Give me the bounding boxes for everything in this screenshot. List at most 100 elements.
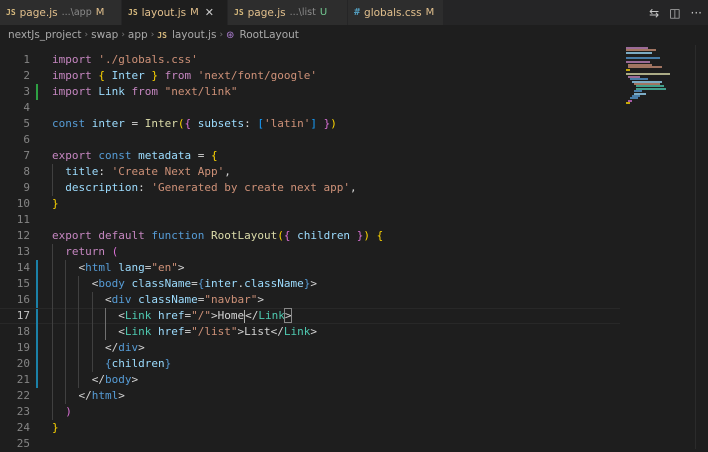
code-token: import — [52, 53, 92, 66]
code-line[interactable]: 22 </html> — [0, 388, 620, 404]
code-token: html — [85, 261, 112, 274]
code-line[interactable]: 1 import './globals.css' — [0, 52, 620, 68]
minimap-line — [626, 51, 652, 54]
code-token: > — [310, 277, 317, 290]
line-number: 14 — [16, 261, 30, 274]
code-token: </ — [270, 325, 284, 338]
code-line[interactable]: 15 <body className={inter.className}> — [0, 276, 620, 292]
code-token: "en" — [151, 261, 178, 274]
git-modified-marker[interactable] — [36, 356, 38, 372]
git-modified-marker[interactable] — [36, 292, 38, 308]
chevron-right-icon: › — [219, 30, 224, 40]
git-modified-marker[interactable] — [36, 260, 38, 276]
breadcrumb-item[interactable]: swap — [91, 29, 118, 41]
code-token: inter — [204, 277, 238, 290]
line-number: 25 — [16, 437, 30, 450]
code-line[interactable]: 6 — [0, 132, 620, 148]
code-line[interactable]: 19 </div> — [0, 340, 620, 356]
code-line[interactable]: 13 return ( — [0, 244, 620, 260]
code-token: html — [91, 389, 119, 402]
tab-label: page.js — [19, 6, 58, 19]
code-token: return — [65, 245, 105, 258]
tab-page-js[interactable]: JS page.js ...\app M — [0, 0, 122, 25]
tab-description: ...\app — [61, 7, 92, 18]
breadcrumb-file[interactable]: layout.js — [172, 29, 217, 41]
code-token: div — [111, 293, 132, 306]
tab-description: ...\list — [289, 7, 316, 18]
chevron-right-icon: › — [150, 30, 155, 40]
code-line[interactable]: 8 title: 'Create Next App', — [0, 164, 620, 180]
code-token: = — [191, 149, 211, 162]
code-token: } — [164, 357, 172, 370]
git-modified-marker[interactable] — [36, 309, 38, 325]
line-number: 23 — [16, 405, 30, 418]
code-token: className — [131, 277, 192, 290]
git-modified-marker[interactable] — [36, 276, 38, 292]
code-text: const inter = Inter({ subsets: ['latin']… — [52, 116, 337, 132]
breadcrumb-item[interactable]: app — [128, 29, 148, 41]
code-token: < — [118, 325, 125, 338]
code-token: } — [52, 421, 59, 434]
code-text: </html> — [52, 388, 125, 404]
git-modified-marker[interactable] — [36, 372, 38, 388]
code-line[interactable]: 20 {children} — [0, 356, 620, 372]
code-token: 'Generated by create next app' — [151, 181, 351, 194]
code-token: : — [138, 181, 152, 194]
code-line[interactable]: 3 import Link from "next/link" — [0, 84, 620, 100]
code-token: </ — [78, 389, 92, 402]
vertical-scrollbar[interactable] — [695, 45, 708, 449]
code-line[interactable]: 24} — [0, 420, 620, 436]
split-editor-icon[interactable]: ◫ — [669, 6, 680, 20]
code-line[interactable]: 18 <Link href="/list">List</Link> — [0, 324, 620, 340]
code-line[interactable]: 14 <html lang="en"> — [0, 260, 620, 276]
tab-page-js[interactable]: JS page.js ...\list U — [228, 0, 348, 25]
code-token: className — [244, 277, 304, 290]
code-token: > — [210, 309, 218, 322]
more-actions-icon[interactable]: ··· — [691, 6, 702, 20]
code-line[interactable]: 10} — [0, 196, 620, 212]
code-line[interactable]: 21 </body> — [0, 372, 620, 388]
code-token: div — [118, 341, 139, 354]
breadcrumb-item[interactable]: nextJs_project — [8, 29, 82, 41]
line-number: 12 — [16, 229, 30, 242]
line-number: 13 — [16, 245, 30, 258]
code-line[interactable]: 9 description: 'Generated by create next… — [0, 180, 620, 196]
code-editor[interactable]: 1 import './globals.css' 2 import { Inter }… — [0, 45, 708, 452]
code-line[interactable]: 4 — [0, 100, 620, 116]
code-token: > — [118, 389, 125, 402]
code-token: Inter — [111, 69, 145, 82]
close-icon[interactable]: ✕ — [205, 6, 214, 19]
code-line[interactable]: 12 export default function RootLayout({ c… — [0, 228, 620, 244]
git-added-marker[interactable] — [36, 84, 38, 100]
code-line[interactable]: 25 — [0, 436, 620, 452]
line-number: 10 — [16, 197, 30, 210]
tab-layout-js[interactable]: JS layout.js M ✕ — [122, 0, 228, 25]
code-line[interactable]: 5 const inter = Inter({ subsets: ['latin'… — [0, 116, 620, 132]
open-changes-icon[interactable]: ⇆ — [649, 6, 659, 20]
minimap[interactable] — [622, 45, 696, 105]
code-line[interactable]: 16 <div className="navbar"> — [0, 292, 620, 308]
git-status-badge: U — [319, 7, 328, 18]
code-line[interactable]: 17 <Link href="/">Home</Link> — [0, 308, 620, 325]
tab-globals-css[interactable]: # globals.css M — [348, 0, 444, 25]
line-number: 8 — [23, 165, 30, 178]
minimap-line — [626, 102, 630, 105]
code-line[interactable]: 23 ) — [0, 404, 620, 420]
code-line[interactable]: 2 import { Inter } from 'next/font/google… — [0, 68, 620, 84]
code-token: > — [283, 308, 293, 323]
code-line[interactable]: 11 — [0, 212, 620, 228]
breadcrumb-symbol[interactable]: RootLayout — [239, 29, 298, 41]
code-line[interactable]: 7 export const metadata = { — [0, 148, 620, 164]
code-token: : — [98, 165, 112, 178]
git-modified-marker[interactable] — [36, 324, 38, 340]
git-modified-marker[interactable] — [36, 340, 38, 356]
code-token: from — [131, 85, 159, 98]
tab-label: layout.js — [141, 6, 187, 19]
code-text: <Link href="/">Home</Link> — [52, 308, 293, 323]
